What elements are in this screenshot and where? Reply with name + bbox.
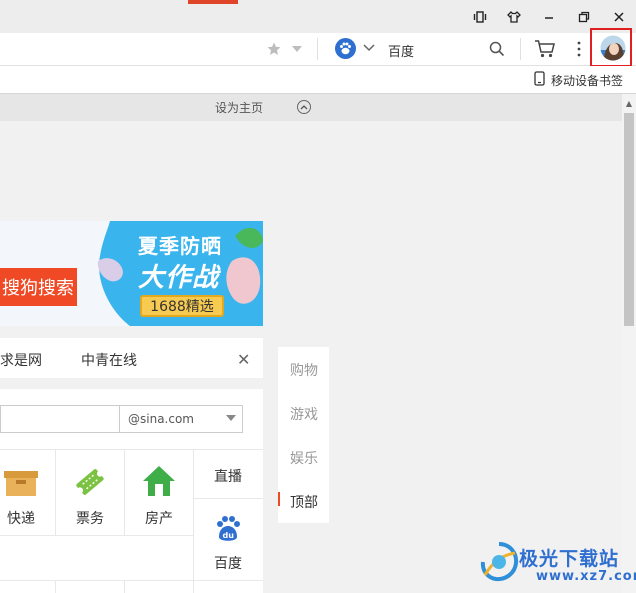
grid-cell-live[interactable]: 直播 <box>194 450 263 498</box>
engine-chevron-down-icon[interactable] <box>362 42 376 54</box>
avatar[interactable] <box>600 35 626 61</box>
bookmark-dropdown-icon[interactable] <box>291 44 303 54</box>
grid-label: 直播 <box>214 469 242 485</box>
grid-divider <box>0 535 193 536</box>
set-homepage-link[interactable]: 设为主页 <box>215 99 263 116</box>
shopping-cart-icon[interactable] <box>533 38 557 60</box>
close-window-icon[interactable] <box>608 7 630 27</box>
grid-label: 百度 <box>214 556 242 572</box>
mobile-device-icon <box>534 71 545 89</box>
banner-tag: 1688精选 <box>140 295 224 317</box>
scrollbar-thumb[interactable] <box>624 113 634 326</box>
svg-text:du: du <box>223 531 235 540</box>
grid-cell-baidu[interactable]: du 百度 <box>194 499 263 580</box>
skin-icon[interactable] <box>503 7 525 27</box>
package-box-icon <box>4 468 38 502</box>
email-domain-select[interactable]: @sina.com <box>119 405 243 433</box>
dropdown-arrow-icon[interactable] <box>226 415 236 421</box>
email-username-field[interactable] <box>0 405 120 433</box>
link-zhongqing[interactable]: 中青在线 <box>81 350 137 370</box>
sogou-search-button[interactable]: 搜狗搜索 <box>0 268 77 306</box>
search-engine-label[interactable]: 百度 <box>388 41 414 60</box>
more-menu-icon[interactable] <box>573 38 585 60</box>
banner-headline: 夏季防晒 <box>138 234 222 258</box>
grid-divider <box>124 580 125 593</box>
grid-cell-housing[interactable]: 房产 <box>125 450 193 534</box>
minimize-icon[interactable] <box>538 7 560 27</box>
watermark-url: www.xz7.com <box>536 569 636 584</box>
grid-cell-express[interactable]: 快递 <box>0 450 42 534</box>
ticket-icon <box>73 465 107 503</box>
email-domain-value: @sina.com <box>128 412 194 426</box>
side-nav-shopping[interactable]: 购物 <box>290 360 318 380</box>
scroll-up-arrow-icon[interactable]: ▲ <box>622 96 636 110</box>
baidu-paw-icon: du <box>214 515 242 547</box>
baidu-engine-icon[interactable] <box>335 38 356 59</box>
close-icon[interactable]: ✕ <box>237 350 250 369</box>
compact-mode-icon[interactable] <box>469 7 491 27</box>
side-nav-games[interactable]: 游戏 <box>290 404 318 424</box>
side-nav-active-marker <box>278 492 280 506</box>
mobile-bookmarks-label: 移动设备书签 <box>551 73 624 88</box>
grid-divider <box>0 580 263 581</box>
watermark-logo-icon <box>479 541 519 587</box>
toolbar-divider <box>520 38 521 60</box>
watermark-title: 极光下载站 <box>519 548 620 570</box>
side-nav-entertainment[interactable]: 娱乐 <box>290 448 318 468</box>
link-qiushi[interactable]: 求是网 <box>0 350 42 370</box>
mobile-bookmarks-link[interactable]: 移动设备书签 <box>534 71 623 89</box>
side-nav-top[interactable]: 顶部 <box>290 492 318 512</box>
page-top-strip <box>0 94 622 121</box>
grid-label: 房产 <box>145 511 173 527</box>
grid-divider <box>55 580 56 593</box>
banner-title: 大作战 <box>138 263 220 293</box>
active-tab-accent <box>188 0 238 4</box>
grid-label: 快递 <box>7 511 35 527</box>
restore-icon[interactable] <box>573 7 595 27</box>
grid-label: 票务 <box>76 511 104 527</box>
grid-cell-tickets[interactable]: 票务 <box>56 450 124 534</box>
search-icon[interactable] <box>488 40 506 58</box>
star-bookmark-icon[interactable] <box>265 40 283 58</box>
house-icon <box>142 465 176 501</box>
collapse-chevron-up-icon[interactable] <box>297 100 311 114</box>
toolbar-divider <box>317 38 318 60</box>
